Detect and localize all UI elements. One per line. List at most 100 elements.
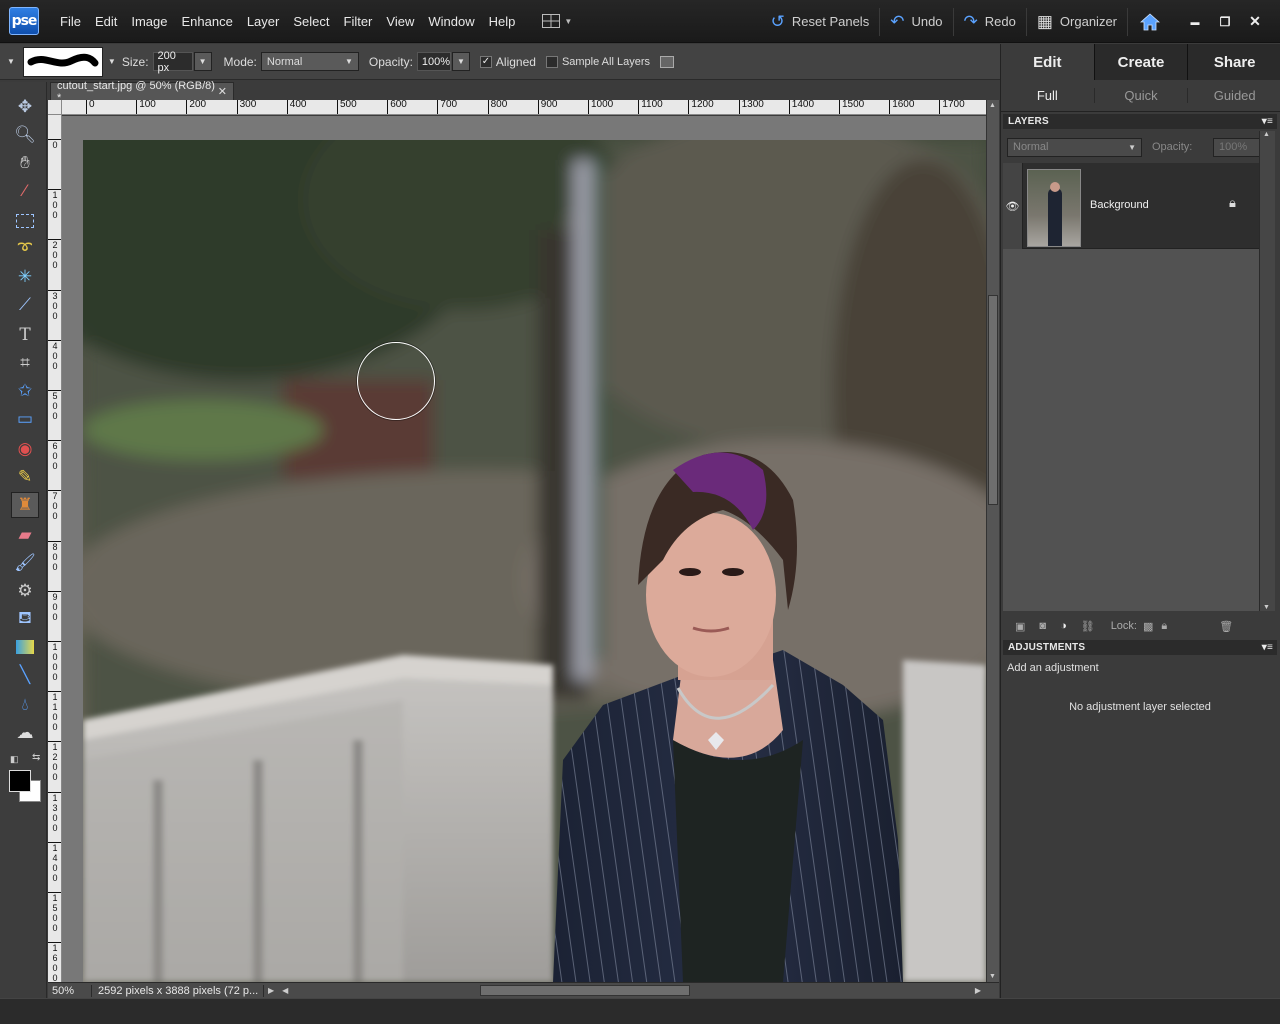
lock-transparency-icon[interactable]: ▩ xyxy=(1143,620,1153,633)
link-layers-icon[interactable]: ⛓︎ xyxy=(1081,620,1095,633)
brush-tool[interactable]: 🖌︎ xyxy=(11,550,39,576)
lock-all-icon[interactable]: 🔒︎ xyxy=(1161,620,1167,633)
menu-layer[interactable]: Layer xyxy=(240,14,287,29)
scroll-up-arrow-icon[interactable]: ▲ xyxy=(1263,131,1270,138)
layers-footer: ▣ ◙ ◑ ⛓︎ Lock: ▩ 🔒︎ 🗑︎ xyxy=(1003,613,1277,639)
menu-edit[interactable]: Edit xyxy=(88,14,124,29)
size-input[interactable]: 200 px xyxy=(152,50,193,74)
blend-mode-dropdown[interactable]: Normal ▼ xyxy=(1007,137,1142,157)
menu-help[interactable]: Help xyxy=(482,14,523,29)
document-tab[interactable]: cutout_start.jpg @ 50% (RGB/8) * ✕ xyxy=(50,80,234,104)
smart-brush-tool[interactable]: ⚙ xyxy=(11,578,39,604)
tool-preset-chevron-icon[interactable]: ▼ xyxy=(7,57,15,66)
close-button[interactable]: ✕ xyxy=(1240,13,1270,30)
menu-view[interactable]: View xyxy=(379,14,421,29)
default-colors-icon[interactable]: ◧ xyxy=(10,754,19,765)
panel-menu-icon[interactable]: ▾≡ xyxy=(1262,114,1273,129)
layer-name[interactable]: Background xyxy=(1090,199,1149,211)
zoom-icon: 🔍︎ xyxy=(14,125,36,144)
undo-button[interactable]: ↶ Undo xyxy=(879,7,952,36)
layers-scrollbar[interactable]: ▲ ▼ xyxy=(1259,131,1275,611)
photo-canvas[interactable] xyxy=(83,140,986,982)
vertical-scrollbar[interactable]: ▲ ▼ xyxy=(986,100,999,982)
home-button[interactable] xyxy=(1127,7,1172,36)
eraser-tool[interactable]: ▰ xyxy=(11,522,39,548)
subtab-full[interactable]: Full xyxy=(1001,88,1095,103)
aligned-checkbox[interactable]: ✓ xyxy=(479,55,492,68)
foreground-color-swatch[interactable] xyxy=(9,770,31,792)
mode-dropdown[interactable]: Normal ▼ xyxy=(260,52,359,71)
menu-enhance[interactable]: Enhance xyxy=(175,14,240,29)
zoom-tool[interactable]: 🔍︎ xyxy=(11,122,39,148)
tab-share[interactable]: Share xyxy=(1188,44,1280,80)
layer-row-background[interactable]: 👁︎ Background 🔒︎ xyxy=(1003,163,1259,249)
ruler-tick: 4 0 0 xyxy=(48,339,61,371)
adjustment-layer-icon[interactable]: ◑ xyxy=(1060,620,1067,632)
scroll-down-arrow-icon[interactable]: ▼ xyxy=(989,973,996,980)
delete-layer-icon[interactable]: 🗑︎ xyxy=(1219,620,1233,633)
restore-button[interactable]: ❐ xyxy=(1210,15,1240,29)
canvas-pasteboard[interactable] xyxy=(62,116,986,982)
quick-selection-tool[interactable]: ⟋ xyxy=(11,292,39,318)
close-tab-icon[interactable]: ✕ xyxy=(218,85,227,98)
paint-bucket-tool[interactable]: ⛾ xyxy=(11,606,39,632)
layers-panel-header: LAYERS ▾≡ xyxy=(1003,114,1277,129)
menu-filter[interactable]: Filter xyxy=(337,14,380,29)
new-layer-icon[interactable]: ▣ xyxy=(1015,620,1025,633)
brush-picker-chevron-icon[interactable]: ▼ xyxy=(108,57,116,66)
move-tool[interactable]: ✥ xyxy=(11,94,39,120)
opacity-slider-toggle[interactable]: ▼ xyxy=(451,52,470,71)
red-eye-tool[interactable]: ◉ xyxy=(11,436,39,462)
hand-tool[interactable]: ✋︎ xyxy=(11,150,39,176)
marquee-tool[interactable] xyxy=(11,208,39,234)
zoom-level[interactable]: 50% xyxy=(48,984,92,997)
clone-stamp-tool[interactable]: ♜ xyxy=(11,492,39,518)
eyedropper-tool[interactable]: ⁄ xyxy=(11,178,39,204)
blur-tool[interactable]: 💧︎ xyxy=(11,692,39,718)
sample-all-layers-checkbox[interactable] xyxy=(545,55,558,68)
menu-window[interactable]: Window xyxy=(421,14,481,29)
swap-colors-icon[interactable]: ⇆ xyxy=(32,752,40,763)
menu-file[interactable]: File xyxy=(53,14,88,29)
brush-preset-picker[interactable] xyxy=(22,46,103,77)
layer-mask-icon[interactable]: ◙ xyxy=(1039,620,1046,632)
size-slider-toggle[interactable]: ▼ xyxy=(193,52,212,71)
scroll-left-arrow-icon[interactable]: ◀ xyxy=(282,986,288,995)
crop-tool[interactable]: ⌗ xyxy=(11,350,39,376)
scroll-right-arrow-icon[interactable]: ▶ xyxy=(975,986,981,995)
layers-panel: Normal ▼ Opacity: 100% ▼ 👁︎ Background xyxy=(1003,131,1275,611)
vertical-scroll-thumb[interactable] xyxy=(988,295,998,505)
opacity-input[interactable]: 100% xyxy=(416,52,451,71)
gradient-tool[interactable] xyxy=(11,634,39,660)
line-tool[interactable]: ╲ xyxy=(11,662,39,688)
scroll-down-arrow-icon[interactable]: ▼ xyxy=(1263,604,1270,611)
organizer-button[interactable]: ▦ Organizer xyxy=(1025,7,1127,36)
menu-select[interactable]: Select xyxy=(286,14,336,29)
minimize-button[interactable]: ▬ xyxy=(1180,17,1210,27)
subtab-guided[interactable]: Guided xyxy=(1188,88,1280,103)
tab-edit[interactable]: Edit xyxy=(1001,44,1095,80)
horizontal-scroll-thumb[interactable] xyxy=(480,985,690,996)
arrange-documents-button[interactable]: ▼ xyxy=(542,14,572,28)
status-menu-arrow-icon[interactable]: ▶ xyxy=(268,986,274,995)
ruler-origin[interactable] xyxy=(48,100,62,115)
healing-brush-tool[interactable]: ✎ xyxy=(11,464,39,490)
scroll-up-arrow-icon[interactable]: ▲ xyxy=(989,102,996,109)
redo-button[interactable]: ↷ Redo xyxy=(952,7,1026,36)
subtab-quick[interactable]: Quick xyxy=(1095,88,1189,103)
layer-visibility-toggle[interactable]: 👁︎ xyxy=(1003,163,1023,249)
magic-wand-tool[interactable]: ✳ xyxy=(11,264,39,290)
document-info[interactable]: 2592 pixels x 3888 pixels (72 p... xyxy=(92,984,264,997)
menu-image[interactable]: Image xyxy=(124,14,174,29)
reset-panels-button[interactable]: ↺ Reset Panels xyxy=(761,8,880,36)
cookie-cutter-icon: ✩ xyxy=(17,381,33,400)
cookie-cutter-tool[interactable]: ✩ xyxy=(11,378,39,404)
clone-overlay-button[interactable] xyxy=(659,55,674,68)
hand-icon: ✋︎ xyxy=(20,153,30,172)
tab-create[interactable]: Create xyxy=(1095,44,1189,80)
panel-menu-icon[interactable]: ▾≡ xyxy=(1262,640,1273,655)
sponge-tool[interactable]: ☁ xyxy=(11,720,39,746)
lasso-tool[interactable]: ➰︎ xyxy=(11,236,39,262)
straighten-tool[interactable]: ▭ xyxy=(11,406,39,432)
type-tool[interactable]: T xyxy=(11,322,39,348)
